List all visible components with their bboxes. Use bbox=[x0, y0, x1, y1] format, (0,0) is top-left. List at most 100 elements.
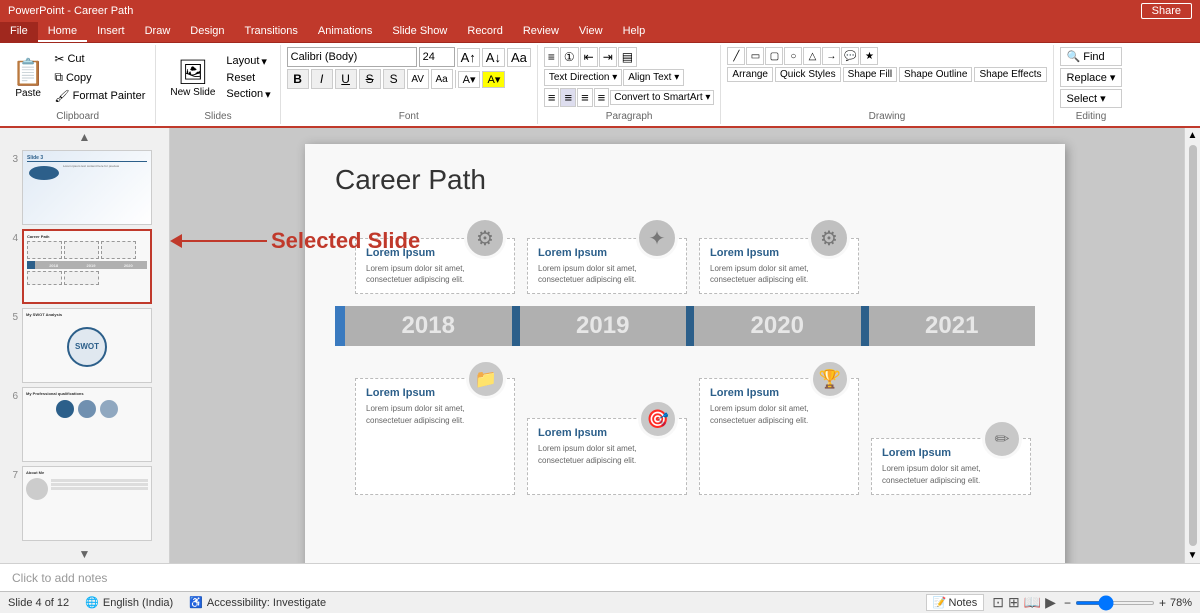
align-right-button[interactable]: ≡ bbox=[577, 88, 593, 107]
clear-format-button[interactable]: Aa bbox=[507, 48, 531, 67]
notes-label: Notes bbox=[949, 597, 978, 609]
decrease-font-button[interactable]: A↓ bbox=[482, 48, 505, 67]
numbering-button[interactable]: ① bbox=[560, 47, 579, 67]
shadow-button[interactable]: S bbox=[383, 69, 405, 89]
bottom-cards: 📁 Lorem Ipsum Lorem ipsum dolor sit amet… bbox=[355, 358, 1035, 494]
notes-bar[interactable]: Click to add notes bbox=[0, 563, 1200, 591]
font-color-button[interactable]: A▾ bbox=[458, 71, 481, 88]
tab-insert[interactable]: Insert bbox=[87, 22, 135, 42]
bullets-button[interactable]: ≡ bbox=[544, 47, 559, 67]
layout-button[interactable]: Layout▾ bbox=[223, 54, 273, 69]
right-arrow-shape[interactable]: → bbox=[822, 47, 840, 65]
normal-view-icon[interactable]: ⊡ bbox=[992, 594, 1004, 611]
tab-file[interactable]: File bbox=[0, 22, 38, 42]
increase-indent-button[interactable]: ⇥ bbox=[599, 47, 617, 67]
slide-title: Career Path bbox=[335, 164, 1035, 196]
font-name-input[interactable] bbox=[287, 47, 417, 67]
tab-home[interactable]: Home bbox=[38, 22, 87, 42]
scroll-down-arrow[interactable]: ▼ bbox=[0, 545, 169, 563]
presentation-icon[interactable]: ▶ bbox=[1045, 594, 1056, 611]
new-slide-button[interactable]: 🖼 New Slide bbox=[162, 47, 223, 108]
cut-button[interactable]: ✂ Cut bbox=[50, 51, 149, 67]
increase-font-button[interactable]: A↑ bbox=[457, 48, 480, 67]
callout-shape[interactable]: 💬 bbox=[841, 47, 859, 65]
slide-sorter-icon[interactable]: ⊞ bbox=[1008, 594, 1020, 611]
arrange-button[interactable]: Arrange bbox=[727, 67, 773, 82]
language-icon: 🌐 bbox=[85, 596, 99, 609]
share-button[interactable]: Share bbox=[1141, 3, 1192, 19]
slide-number-5: 5 bbox=[4, 312, 18, 323]
zoom-out-icon[interactable]: − bbox=[1064, 596, 1071, 610]
italic-button[interactable]: I bbox=[311, 69, 333, 89]
triangle-shape[interactable]: △ bbox=[803, 47, 821, 65]
text-direction-button[interactable]: Text Direction ▾ bbox=[544, 69, 622, 86]
reset-button[interactable]: Reset bbox=[223, 71, 273, 85]
copy-button[interactable]: ⧉ Copy bbox=[50, 69, 149, 86]
slide-panel: ▲ 3 Slide 3 Lorem ipsum text content her… bbox=[0, 128, 170, 563]
tab-review[interactable]: Review bbox=[513, 22, 569, 42]
view-icons: ⊡ ⊞ 📖 ▶ bbox=[992, 594, 1056, 611]
accessibility-icon: ♿ bbox=[189, 596, 203, 609]
shape-fill-button[interactable]: Shape Fill bbox=[843, 67, 897, 82]
scroll-up-icon[interactable]: ▲ bbox=[1186, 128, 1200, 143]
zoom-slider[interactable] bbox=[1075, 601, 1155, 605]
font-size-input[interactable] bbox=[419, 47, 455, 67]
align-text-button[interactable]: Align Text ▾ bbox=[623, 69, 684, 86]
ellipse-shape[interactable]: ○ bbox=[784, 47, 802, 65]
section-button[interactable]: Section▾ bbox=[223, 87, 273, 102]
rect-shape[interactable]: ▭ bbox=[746, 47, 764, 65]
align-left-button[interactable]: ≡ bbox=[544, 88, 560, 107]
find-icon: 🔍 bbox=[1067, 50, 1081, 63]
bold-button[interactable]: B bbox=[287, 69, 309, 89]
replace-button[interactable]: Replace▾ bbox=[1060, 68, 1123, 87]
columns-button[interactable]: ▤ bbox=[618, 47, 637, 67]
quick-styles-button[interactable]: Quick Styles bbox=[775, 67, 841, 82]
justify-button[interactable]: ≡ bbox=[594, 88, 610, 107]
slide-image-5: My SWOT Analysis SWOT bbox=[22, 308, 152, 383]
bottom-card-text-2: Lorem ipsum dolor sit amet, consectetuer… bbox=[538, 443, 676, 465]
status-right: 📝 Notes ⊡ ⊞ 📖 ▶ − + 78% bbox=[926, 594, 1192, 611]
decrease-indent-button[interactable]: ⇤ bbox=[580, 47, 598, 67]
slide-thumb-4[interactable]: 4 Career Path 2018 201 bbox=[4, 229, 165, 304]
reset-label: Reset bbox=[226, 72, 255, 84]
slide-number-6: 6 bbox=[4, 391, 18, 402]
change-case-button[interactable]: Aa bbox=[431, 69, 453, 89]
underline-button[interactable]: U bbox=[335, 69, 357, 89]
format-painter-button[interactable]: 🖌 Format Painter bbox=[50, 88, 149, 104]
line-shape[interactable]: ╱ bbox=[727, 47, 745, 65]
convert-smartart-button[interactable]: Convert to SmartArt ▾ bbox=[610, 90, 714, 105]
slide-thumb-7[interactable]: 7 About Me bbox=[4, 466, 165, 541]
bottom-card-text-4: Lorem ipsum dolor sit amet, consectetuer… bbox=[882, 463, 1020, 485]
scroll-up-arrow[interactable]: ▲ bbox=[0, 128, 169, 146]
tab-transitions[interactable]: Transitions bbox=[235, 22, 308, 42]
shape-effects-button[interactable]: Shape Effects bbox=[974, 67, 1046, 82]
strikethrough-button[interactable]: S bbox=[359, 69, 381, 89]
slide-thumb-5[interactable]: 5 My SWOT Analysis SWOT bbox=[4, 308, 165, 383]
find-button[interactable]: 🔍 Find bbox=[1060, 47, 1123, 66]
slide-thumb-3[interactable]: 3 Slide 3 Lorem ipsum text content here … bbox=[4, 150, 165, 225]
scroll-down-icon[interactable]: ▼ bbox=[1186, 548, 1200, 563]
notes-toggle-button[interactable]: 📝 Notes bbox=[926, 594, 984, 611]
tab-animations[interactable]: Animations bbox=[308, 22, 382, 42]
zoom-in-icon[interactable]: + bbox=[1159, 596, 1166, 610]
tab-design[interactable]: Design bbox=[180, 22, 234, 42]
tab-view[interactable]: View bbox=[569, 22, 613, 42]
char-spacing-button[interactable]: AV bbox=[407, 69, 429, 89]
star-shape[interactable]: ★ bbox=[860, 47, 878, 65]
rounded-rect-shape[interactable]: ▢ bbox=[765, 47, 783, 65]
shape-outline-button[interactable]: Shape Outline bbox=[899, 67, 972, 82]
slide-thumb-6[interactable]: 6 My Professional qualifications bbox=[4, 387, 165, 462]
tab-help[interactable]: Help bbox=[613, 22, 656, 42]
slide-canvas[interactable]: Career Path ⚙ Lorem Ipsum Lorem ipsum do… bbox=[305, 144, 1065, 563]
title-bar: PowerPoint - Career Path Share bbox=[0, 0, 1200, 22]
tab-draw[interactable]: Draw bbox=[135, 22, 181, 42]
reading-view-icon[interactable]: 📖 bbox=[1024, 594, 1041, 611]
tab-record[interactable]: Record bbox=[457, 22, 512, 42]
paste-button[interactable]: 📋 Paste bbox=[6, 47, 50, 108]
year-2020: 2020 bbox=[694, 306, 861, 346]
select-button[interactable]: Select▾ bbox=[1060, 89, 1123, 108]
text-highlight-button[interactable]: A▾ bbox=[482, 71, 505, 88]
tab-slideshow[interactable]: Slide Show bbox=[382, 22, 457, 42]
align-center-button[interactable]: ≡ bbox=[560, 88, 576, 107]
canvas-scrollbar[interactable]: ▲ ▼ bbox=[1184, 128, 1200, 563]
